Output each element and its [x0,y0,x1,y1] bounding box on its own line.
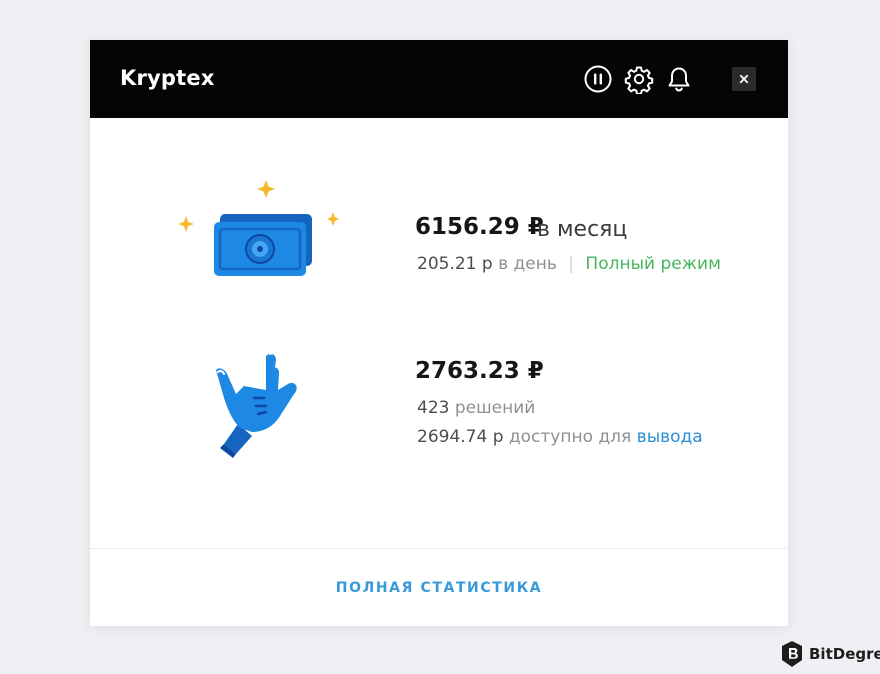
app-window: Kryptex 6156.29 ₽ в месяц 205.21 р в ден… [90,40,788,626]
bitdegree-watermark: BitDegree [780,640,880,668]
balance-amount: 2763.23 ₽ [415,358,544,384]
gear-icon[interactable] [624,64,654,94]
watermark-text: BitDegree [809,645,880,663]
solutions-line: 423 решений [417,398,535,418]
footer-divider [90,548,788,549]
money-stack-icon [174,180,344,285]
title-bar: Kryptex [90,40,788,118]
app-title: Kryptex [120,66,215,90]
daily-value: 205.21 р [417,254,493,274]
solutions-label: решений [454,398,536,418]
full-statistics-link[interactable]: ПОЛНАЯ СТАТИСТИКА [90,580,788,596]
solutions-count: 423 [417,398,450,418]
bell-icon[interactable] [664,64,694,94]
available-value: 2694.74 р [417,427,504,447]
pause-icon[interactable] [583,64,613,94]
rock-hand-icon [210,350,310,460]
close-icon [739,74,749,84]
separator: | [568,254,575,274]
withdraw-link[interactable]: вывода [637,427,703,447]
daily-earnings-line: 205.21 р в день | Полный режим [417,254,721,274]
available-line: 2694.74 р доступно для вывода [417,427,703,447]
bitdegree-logo-icon [782,641,802,667]
mode-status[interactable]: Полный режим [585,254,720,274]
monthly-amount: 6156.29 ₽ [415,214,544,240]
available-label: доступно для [508,427,632,447]
daily-label: в день [498,254,557,274]
close-button[interactable] [732,67,756,91]
monthly-period-label: в месяц [537,217,628,242]
